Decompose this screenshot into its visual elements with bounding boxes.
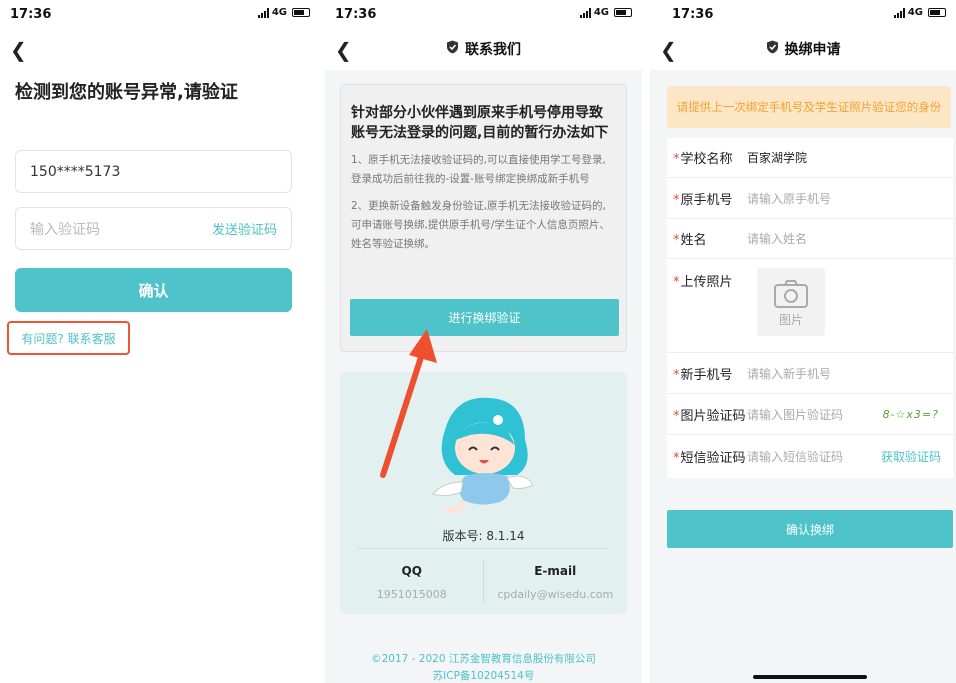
old-phone-input[interactable]: 请输入原手机号 bbox=[747, 190, 831, 207]
confirm-rebind-button[interactable]: 确认换绑 bbox=[667, 510, 953, 548]
email-column: E-mail cpdaily@wisedu.com bbox=[484, 564, 628, 601]
email-label: E-mail bbox=[534, 564, 577, 578]
rebind-form: *学校名称 百家湖学院 *原手机号 请输入原手机号 *姓名 请输入姓名 *上传照… bbox=[667, 138, 953, 478]
sms-code-label: 短信验证码 bbox=[680, 450, 746, 466]
status-bar: 17:36 4G bbox=[650, 0, 956, 28]
battery-icon bbox=[928, 8, 946, 17]
back-icon[interactable]: ❮ bbox=[660, 38, 677, 62]
screen-divider bbox=[642, 0, 650, 683]
status-bar: 17:36 4G bbox=[0, 0, 320, 28]
image-code-label: 图片验证码 bbox=[680, 408, 746, 424]
back-icon[interactable]: ❮ bbox=[335, 38, 352, 62]
card-paragraph-2: 2、更换新设备触发身份验证,原手机无法接收验证码的,可申请账号换绑,提供原手机号… bbox=[351, 200, 610, 250]
phone-value: 150****5173 bbox=[30, 163, 121, 180]
old-phone-row[interactable]: *原手机号 请输入原手机号 bbox=[667, 178, 953, 219]
network-label: 4G bbox=[271, 7, 287, 18]
photo-caption: 图片 bbox=[778, 313, 803, 327]
shield-check-icon bbox=[446, 40, 459, 58]
required-star: * bbox=[673, 233, 680, 248]
required-star: * bbox=[673, 367, 680, 383]
nav-title: 换绑申请 bbox=[784, 42, 841, 58]
nav-bar: ❮ 换绑申请 bbox=[650, 28, 956, 70]
signal-icon bbox=[893, 7, 905, 18]
send-code-button[interactable]: 发送验证码 bbox=[212, 219, 277, 238]
confirm-button[interactable]: 确认 bbox=[15, 268, 292, 312]
status-time: 17:36 bbox=[335, 7, 377, 22]
image-code-input[interactable]: 请输入图片验证码 bbox=[747, 406, 843, 423]
get-sms-code-button[interactable]: 获取验证码 bbox=[881, 448, 941, 465]
school-value: 百家湖学院 bbox=[747, 151, 808, 165]
shield-check-icon bbox=[766, 40, 779, 58]
signal-icon bbox=[579, 7, 591, 18]
required-star: * bbox=[673, 152, 680, 167]
required-star: * bbox=[673, 408, 680, 424]
image-code-row[interactable]: *图片验证码 请输入图片验证码 8-☆x3=? bbox=[667, 394, 953, 435]
camera-icon bbox=[774, 280, 808, 308]
qq-value[interactable]: 1951015008 bbox=[340, 588, 484, 601]
card-paragraph-1: 1、原手机无法接收验证码的,可以直接使用学工号登录,登录成功后前往我的-设置-账… bbox=[351, 154, 606, 185]
required-star: * bbox=[673, 450, 680, 466]
status-time: 17:36 bbox=[10, 7, 52, 22]
new-phone-label: 新手机号 bbox=[680, 367, 733, 383]
nav-title: 联系我们 bbox=[465, 42, 521, 58]
new-phone-input[interactable]: 请输入新手机号 bbox=[747, 365, 831, 382]
version-label: 版本号: 8.1.14 bbox=[442, 529, 525, 543]
copyright-line: ©2017 - 2020 江苏金智教育信息股份有限公司 bbox=[371, 653, 596, 665]
sms-code-row[interactable]: *短信验证码 请输入短信验证码 获取验证码 bbox=[667, 435, 953, 477]
battery-icon bbox=[292, 8, 310, 17]
status-time: 17:36 bbox=[672, 7, 714, 22]
status-bar: 17:36 4G bbox=[325, 0, 642, 28]
school-row: *学校名称 百家湖学院 bbox=[667, 138, 953, 178]
info-divider bbox=[358, 548, 609, 549]
qq-label: QQ bbox=[401, 564, 422, 578]
old-phone-label: 原手机号 bbox=[680, 192, 733, 208]
home-indicator bbox=[753, 675, 867, 679]
screen-contact-us: 17:36 4G ❮ 联系我们 针对部分小伙伴遇到原来手机号停用导致账号无法登录… bbox=[325, 0, 642, 683]
back-icon[interactable]: ❮ bbox=[10, 38, 27, 62]
notice-banner: 请提供上一次绑定手机号及学生证照片验证您的身份 bbox=[667, 86, 951, 128]
qq-column: QQ 1951015008 bbox=[340, 564, 484, 601]
photo-upload-button[interactable]: 图片 bbox=[757, 268, 825, 336]
notice-card: 针对部分小伙伴遇到原来手机号停用导致账号无法登录的问题,目前的暂行办法如下 1、… bbox=[340, 84, 627, 352]
email-value[interactable]: cpdaily@wisedu.com bbox=[484, 588, 628, 601]
screen-account-verify: 17:36 4G ❮ 检测到您的账号异常,请验证 150****5173 输入验… bbox=[0, 0, 320, 683]
phone-input[interactable]: 150****5173 bbox=[15, 150, 292, 193]
screen-rebind-application: 17:36 4G ❮ 换绑申请 请提供上一次绑定手机号及学生证照片验证您的身份 … bbox=[650, 0, 956, 683]
contact-support-link[interactable]: 有问题? 联系客服 bbox=[7, 321, 130, 355]
battery-icon bbox=[614, 8, 632, 17]
captcha-image[interactable]: 8-☆x3=? bbox=[883, 408, 939, 421]
page-title: 检测到您的账号异常,请验证 bbox=[15, 82, 238, 103]
required-star: * bbox=[673, 275, 680, 290]
photo-label: 上传照片 bbox=[680, 275, 733, 290]
new-phone-row[interactable]: *新手机号 请输入新手机号 bbox=[667, 353, 953, 394]
code-input[interactable]: 输入验证码 发送验证码 bbox=[15, 207, 292, 250]
code-placeholder: 输入验证码 bbox=[30, 221, 100, 238]
contact-support-label: 有问题? 联系客服 bbox=[21, 331, 116, 346]
name-label: 姓名 bbox=[680, 233, 707, 248]
nav-bar: ❮ 联系我们 bbox=[325, 28, 642, 70]
sms-code-input[interactable]: 请输入短信验证码 bbox=[747, 448, 843, 465]
name-row[interactable]: *姓名 请输入姓名 bbox=[667, 219, 953, 259]
network-label: 4G bbox=[907, 7, 923, 18]
copyright-footer: ©2017 - 2020 江苏金智教育信息股份有限公司 苏ICP备1020451… bbox=[325, 651, 642, 683]
name-input[interactable]: 请输入姓名 bbox=[747, 230, 807, 247]
red-arrow-icon bbox=[380, 329, 437, 478]
card-title: 针对部分小伙伴遇到原来手机号停用导致账号无法登录的问题,目前的暂行办法如下 bbox=[351, 105, 609, 141]
icp-line: 苏ICP备10204514号 bbox=[432, 670, 535, 682]
signal-icon bbox=[257, 7, 269, 18]
required-star: * bbox=[673, 192, 680, 208]
network-label: 4G bbox=[593, 7, 609, 18]
school-label: 学校名称 bbox=[680, 152, 733, 167]
